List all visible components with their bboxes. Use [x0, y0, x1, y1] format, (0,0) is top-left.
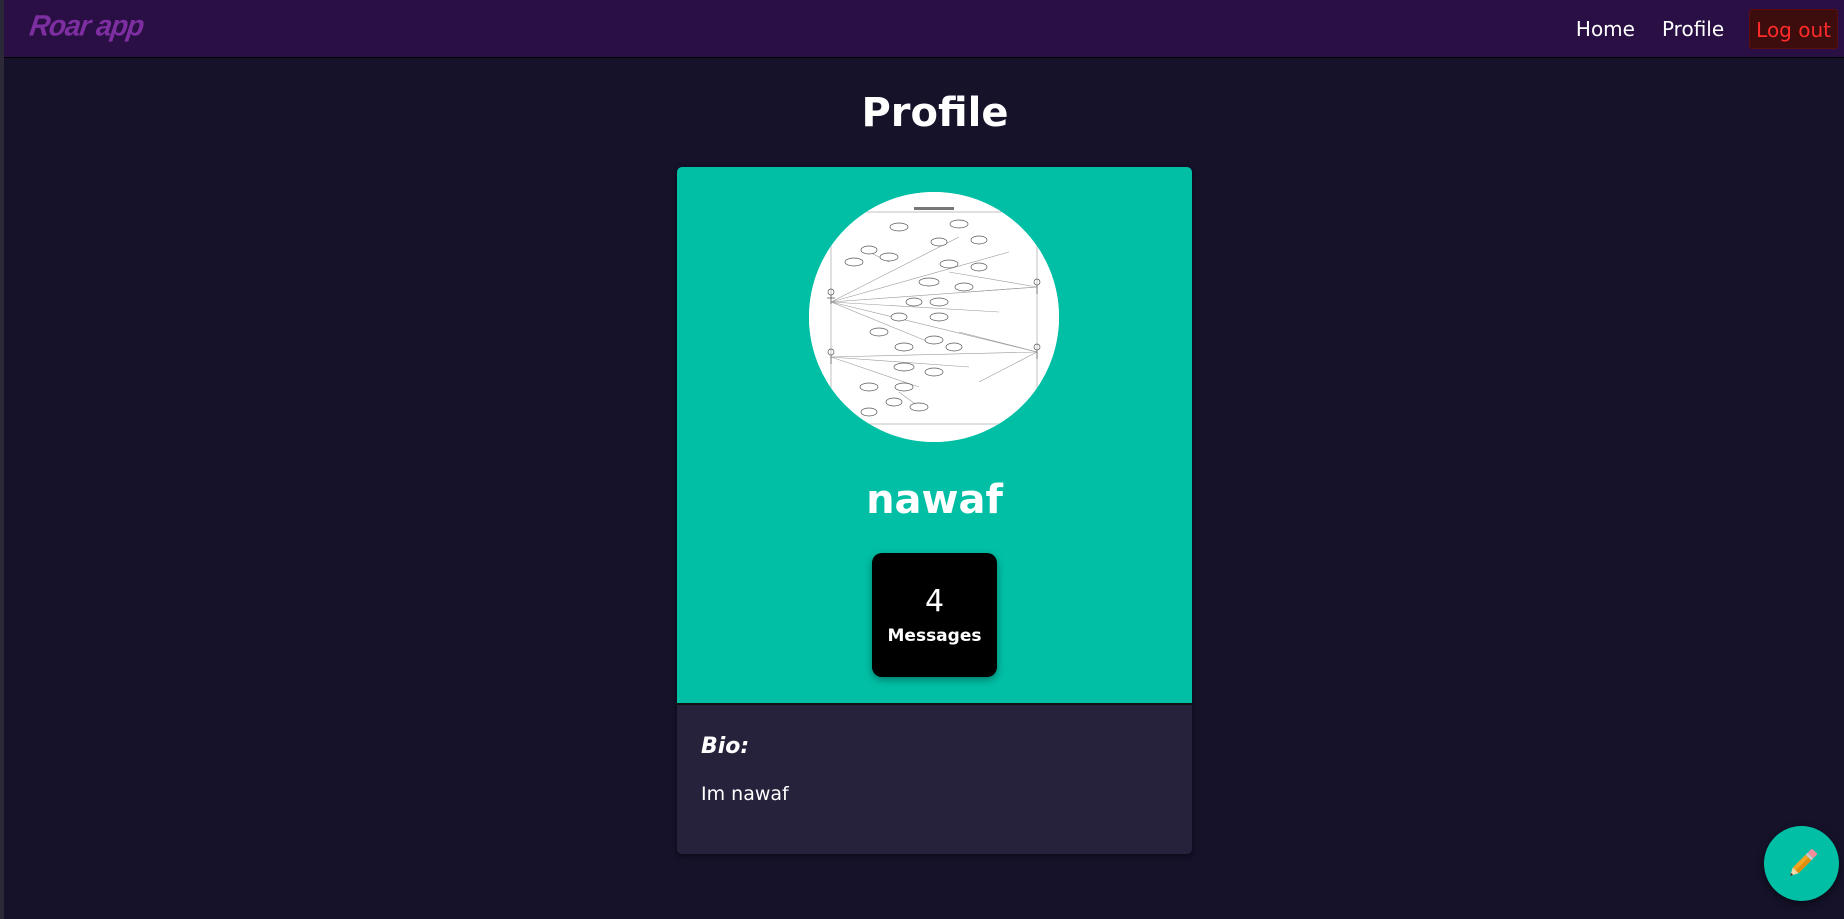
logout-button[interactable]: Log out [1749, 9, 1838, 49]
page-title: Profile [861, 90, 1009, 136]
bio-text: Im nawaf [701, 783, 789, 805]
nav-link-profile[interactable]: Profile [1662, 17, 1724, 41]
window-edge [0, 0, 4, 919]
compose-button[interactable] [1764, 826, 1839, 901]
messages-label: Messages [887, 626, 982, 646]
navbar: Roar app Home Profile Log out [4, 0, 1844, 58]
profile-card: nawaf 4 Messages Bio: Im nawaf [677, 167, 1192, 854]
nav-link-home[interactable]: Home [1576, 17, 1635, 41]
messages-stat[interactable]: 4 Messages [872, 553, 997, 677]
diagram-image [809, 192, 1059, 442]
bio-heading: Bio: [701, 734, 750, 759]
brand-logo[interactable]: Roar app [28, 9, 146, 43]
nav-links: Home Profile Log out [1549, 9, 1838, 49]
bio-section: Bio: Im nawaf [677, 703, 1192, 854]
profile-card-header: nawaf 4 Messages [677, 167, 1192, 703]
messages-count: 4 [924, 584, 945, 619]
profile-username: nawaf [866, 477, 1003, 523]
pencil-icon [1789, 849, 1817, 877]
avatar [809, 192, 1059, 442]
